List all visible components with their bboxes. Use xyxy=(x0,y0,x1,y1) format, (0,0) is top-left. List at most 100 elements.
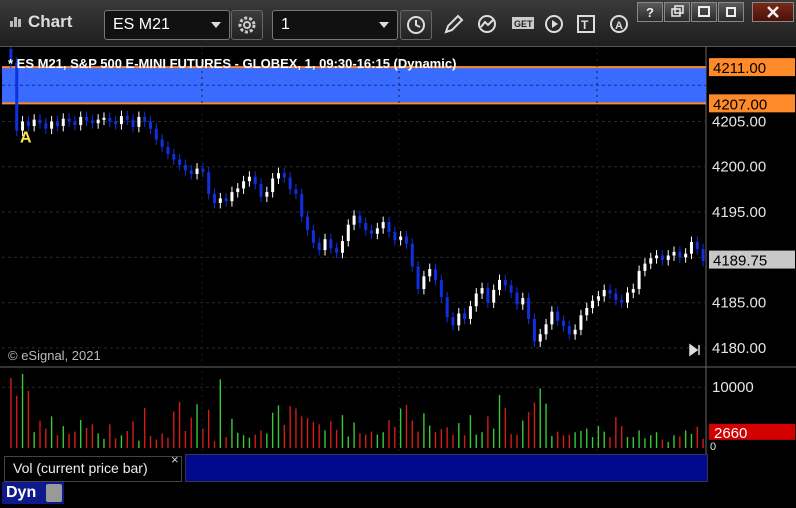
candle xyxy=(67,118,71,122)
candle xyxy=(370,230,374,234)
help-button[interactable]: ? xyxy=(637,2,663,22)
candle xyxy=(672,251,676,256)
candle xyxy=(131,119,135,127)
volume-panel-text: Vol (current price bar) xyxy=(13,460,148,476)
candle xyxy=(434,269,438,280)
get-button[interactable]: GET xyxy=(506,10,536,38)
candle xyxy=(439,279,443,298)
candle xyxy=(224,198,228,202)
candle xyxy=(55,121,59,126)
candle xyxy=(114,121,118,125)
upper-band-label: 4211.00 xyxy=(713,60,766,77)
candle xyxy=(666,255,670,261)
candle xyxy=(532,318,536,342)
price-tick-label: 4180.00 xyxy=(712,340,766,357)
price-tick-label: 4195.00 xyxy=(712,204,766,221)
last-price-label: 4189.75 xyxy=(713,253,767,270)
price-chart[interactable]: 4205.004200.004195.004190.004185.004180.… xyxy=(0,47,796,508)
candle xyxy=(544,324,548,335)
candle xyxy=(44,123,48,129)
candle xyxy=(212,193,216,203)
candle xyxy=(492,289,496,303)
candle xyxy=(643,263,647,271)
svg-text:?: ? xyxy=(646,5,654,19)
candle xyxy=(282,173,286,178)
candle xyxy=(125,116,129,120)
alert-button[interactable]: A xyxy=(604,10,634,38)
chevron-down-icon xyxy=(379,22,389,28)
candle xyxy=(381,221,385,229)
candle xyxy=(684,253,688,258)
restore-button[interactable] xyxy=(664,2,690,22)
candle xyxy=(230,192,234,202)
candle xyxy=(649,258,653,264)
candle xyxy=(364,222,368,231)
candle xyxy=(416,266,420,290)
candle xyxy=(631,289,635,293)
draw-button[interactable] xyxy=(437,10,467,38)
study-button[interactable] xyxy=(472,10,502,38)
settings-button[interactable] xyxy=(231,10,263,40)
candle xyxy=(166,146,170,155)
candle xyxy=(480,288,484,294)
text-button[interactable]: T xyxy=(571,10,601,38)
close-icon xyxy=(767,6,779,18)
candle xyxy=(468,306,472,319)
candle xyxy=(579,315,583,330)
candle xyxy=(503,279,507,286)
play-button[interactable] xyxy=(539,10,569,38)
candle xyxy=(154,128,158,140)
candle xyxy=(172,154,176,160)
maximize-button[interactable] xyxy=(691,2,717,22)
price-tick-label: 4185.00 xyxy=(712,295,766,312)
candle xyxy=(608,289,612,294)
candle xyxy=(61,118,65,126)
minimize-icon xyxy=(726,7,736,17)
interval-selector[interactable]: 1 xyxy=(272,10,398,40)
scroll-end-icon[interactable] xyxy=(689,343,700,357)
status-bar xyxy=(0,482,796,508)
candle xyxy=(695,241,699,250)
dynamic-mode-button[interactable]: Dyn xyxy=(2,482,64,504)
time-button[interactable] xyxy=(400,10,432,40)
trade-marker-label: A xyxy=(20,130,32,147)
candle xyxy=(183,164,187,171)
candle xyxy=(556,311,560,321)
candle xyxy=(195,168,199,174)
candle xyxy=(242,181,246,189)
candle xyxy=(276,173,280,179)
candle xyxy=(323,239,327,251)
interval-value: 1 xyxy=(281,16,290,33)
close-icon[interactable]: × xyxy=(171,452,179,467)
text-icon: T xyxy=(577,15,595,33)
chevron-down-icon xyxy=(211,22,221,28)
close-button[interactable] xyxy=(752,2,794,22)
help-icon: ? xyxy=(646,5,654,19)
candle xyxy=(393,231,397,241)
toolbar: Chart ES M21 1 GET T A ? xyxy=(0,0,796,47)
candle xyxy=(311,230,315,243)
copyright-text: © eSignal, 2021 xyxy=(8,348,101,363)
minimize-button[interactable] xyxy=(718,2,744,22)
candle xyxy=(218,198,222,203)
volume-zero-label: 0 xyxy=(710,441,716,453)
candle xyxy=(149,121,153,129)
candle xyxy=(538,334,542,342)
candle xyxy=(265,192,269,197)
app-title: Chart xyxy=(8,12,72,32)
candle xyxy=(591,300,595,309)
candle xyxy=(527,298,531,319)
candle xyxy=(26,121,30,126)
candle xyxy=(201,168,205,173)
volume-last-label: 2660 xyxy=(714,425,747,442)
volume-panel-label: Vol (current price bar) xyxy=(4,456,182,482)
chart-app-icon xyxy=(10,17,21,27)
candle xyxy=(410,243,414,267)
candle xyxy=(346,224,350,242)
candle xyxy=(73,121,77,126)
price-band xyxy=(2,67,706,104)
symbol-selector[interactable]: ES M21 xyxy=(104,10,230,40)
candle xyxy=(614,293,618,300)
lock-icon[interactable] xyxy=(46,484,62,502)
candle xyxy=(387,221,391,232)
